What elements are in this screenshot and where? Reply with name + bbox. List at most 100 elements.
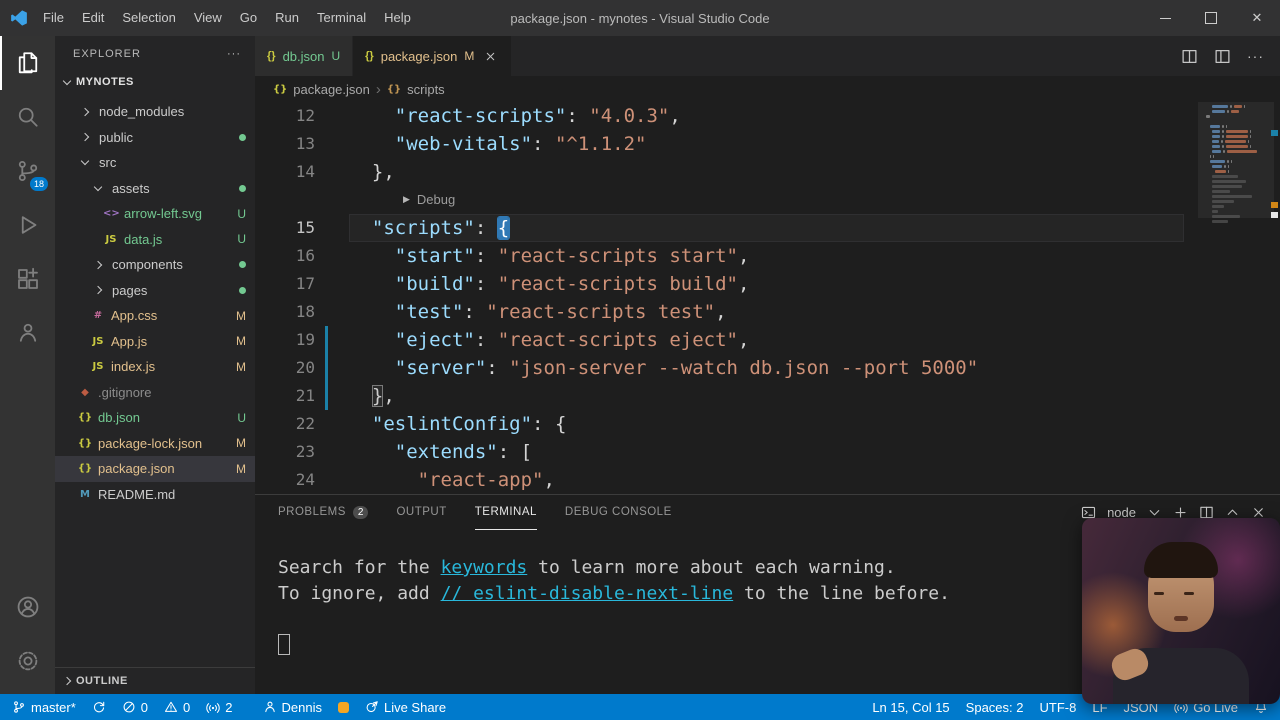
tab-db-json[interactable]: {} db.json U bbox=[255, 36, 354, 76]
activity-run-debug-button[interactable] bbox=[0, 198, 55, 252]
tab-package-json[interactable]: {} package.json M bbox=[353, 36, 513, 76]
code-line-21[interactable]: 21 }, bbox=[255, 382, 1280, 410]
outline-title: OUTLINE bbox=[76, 675, 128, 687]
code-line-16[interactable]: 16 "start": "react-scripts start", bbox=[255, 242, 1280, 270]
menu-view[interactable]: View bbox=[185, 0, 231, 36]
split-editor-icon[interactable] bbox=[1181, 48, 1198, 65]
tree-file-package-json[interactable]: {} package.json M bbox=[55, 456, 255, 482]
code-line-22[interactable]: 22 "eslintConfig": { bbox=[255, 410, 1280, 438]
terminal-cursor bbox=[278, 634, 290, 655]
code-line-19[interactable]: 19 "eject": "react-scripts eject", bbox=[255, 326, 1280, 354]
close-tab-icon[interactable] bbox=[481, 47, 499, 65]
customize-layout-icon[interactable] bbox=[1214, 48, 1231, 65]
code-line-12[interactable]: 12 "react-scripts": "4.0.3", bbox=[255, 102, 1280, 130]
line-number: 15 bbox=[295, 218, 315, 237]
activity-live-share-button[interactable] bbox=[0, 306, 55, 360]
menu-help[interactable]: Help bbox=[375, 0, 420, 36]
sync-icon bbox=[92, 700, 106, 714]
tree-file-app-js[interactable]: JS App.js M bbox=[55, 329, 255, 355]
chevron-right-icon bbox=[80, 133, 90, 142]
codelens-label[interactable]: Debug bbox=[417, 186, 455, 214]
menu-edit[interactable]: Edit bbox=[73, 0, 113, 36]
code-line-17[interactable]: 17 "build": "react-scripts build", bbox=[255, 270, 1280, 298]
live-share-user[interactable]: Dennis bbox=[255, 694, 330, 720]
tree-file-package-lock-json[interactable]: {} package-lock.json M bbox=[55, 431, 255, 457]
encoding-indicator[interactable]: UTF-8 bbox=[1032, 694, 1085, 720]
panel-tab-problems[interactable]: PROBLEMS 2 bbox=[278, 495, 369, 530]
problems-warnings[interactable]: 0 bbox=[156, 694, 198, 720]
terminal-link[interactable]: keywords bbox=[441, 557, 528, 578]
line-number: 13 bbox=[295, 134, 315, 153]
tree-folder-assets[interactable]: assets bbox=[55, 176, 255, 202]
activity-source-control-button[interactable]: 18 bbox=[0, 144, 55, 198]
explorer-sidebar: EXPLORER ··· MYNOTES node_modules public s… bbox=[55, 36, 255, 694]
vscode-window: File Edit Selection View Go Run Terminal Help p… bbox=[0, 0, 1280, 720]
tree-file-readme-md[interactable]: M README.md bbox=[55, 482, 255, 508]
cursor-position[interactable]: Ln 15, Col 15 bbox=[864, 694, 957, 720]
git-status-badge: M bbox=[236, 461, 246, 476]
tree-folder-node-modules[interactable]: node_modules bbox=[55, 99, 255, 125]
code-line-13[interactable]: 13 "web-vitals": "^1.1.2" bbox=[255, 130, 1280, 158]
more-actions-icon[interactable]: ··· bbox=[1247, 48, 1264, 64]
tree-file--gitignore[interactable]: ◆ .gitignore bbox=[55, 380, 255, 406]
extension-alert[interactable] bbox=[330, 694, 357, 720]
activity-explorer-button[interactable] bbox=[0, 36, 55, 90]
tree-folder-pages[interactable]: pages bbox=[55, 278, 255, 304]
menu-run[interactable]: Run bbox=[266, 0, 308, 36]
chevron-right-icon bbox=[80, 107, 90, 116]
tree-file-index-js[interactable]: JS index.js M bbox=[55, 354, 255, 380]
terminal-link[interactable]: // eslint-disable-next-line bbox=[441, 583, 734, 604]
breadcrumb-file[interactable]: package.json bbox=[293, 82, 370, 97]
code-editor[interactable]: 12 "react-scripts": "4.0.3", 13 "web-vita… bbox=[255, 102, 1280, 494]
menu-file[interactable]: File bbox=[34, 0, 73, 36]
explorer-title: EXPLORER bbox=[73, 47, 141, 60]
overview-ruler-mark bbox=[1271, 130, 1278, 136]
line-number: 24 bbox=[295, 470, 315, 489]
menu-terminal[interactable]: Terminal bbox=[308, 0, 375, 36]
code-line-24[interactable]: 24 "react-app", bbox=[255, 466, 1280, 494]
breadcrumb-symbol[interactable]: scripts bbox=[407, 82, 445, 97]
close-window-button[interactable]: ✕ bbox=[1234, 0, 1280, 36]
git-status-badge: M bbox=[236, 334, 246, 349]
activity-settings-button[interactable] bbox=[0, 634, 55, 688]
tree-item-label: assets bbox=[112, 180, 150, 196]
minimap[interactable] bbox=[1206, 105, 1264, 225]
md-file-icon: M bbox=[80, 488, 90, 500]
activity-extensions-button[interactable] bbox=[0, 252, 55, 306]
explorer-more-actions-icon[interactable]: ··· bbox=[227, 48, 241, 60]
live-share-button[interactable]: Live Share bbox=[357, 694, 454, 720]
git-status-dot bbox=[239, 184, 246, 192]
panel-tab-terminal[interactable]: TERMINAL bbox=[474, 495, 537, 530]
code-line-20[interactable]: 20 "server": "json-server --watch db.jso… bbox=[255, 354, 1280, 382]
problems-errors[interactable]: 0 bbox=[114, 694, 156, 720]
folder-section-header[interactable]: MYNOTES bbox=[55, 71, 255, 93]
broadcast-icon bbox=[206, 700, 220, 714]
breadcrumb-separator-icon: › bbox=[375, 80, 381, 98]
codelens-debug[interactable]: ▶ Debug bbox=[255, 186, 1280, 214]
tree-file-arrow-left-svg[interactable]: <> arrow-left.svg U bbox=[55, 201, 255, 227]
js-file-icon: JS bbox=[105, 233, 117, 245]
tree-file-db-json[interactable]: {} db.json U bbox=[55, 405, 255, 431]
sync-indicator[interactable] bbox=[84, 694, 114, 720]
tree-file-data-js[interactable]: JS data.js U bbox=[55, 227, 255, 253]
panel-tab-debug-console[interactable]: DEBUG CONSOLE bbox=[565, 495, 672, 530]
screencast-count[interactable]: 2 bbox=[198, 694, 240, 720]
activity-search-button[interactable] bbox=[0, 90, 55, 144]
minimize-button[interactable] bbox=[1142, 0, 1188, 36]
code-line-18[interactable]: 18 "test": "react-scripts test", bbox=[255, 298, 1280, 326]
code-line-15[interactable]: 15 "scripts": { bbox=[255, 214, 1280, 242]
menu-go[interactable]: Go bbox=[231, 0, 266, 36]
indentation-setting[interactable]: Spaces: 2 bbox=[958, 694, 1032, 720]
tree-file-app-css[interactable]: # App.css M bbox=[55, 303, 255, 329]
activity-account-button[interactable] bbox=[0, 580, 55, 634]
menu-selection[interactable]: Selection bbox=[113, 0, 184, 36]
code-line-23[interactable]: 23 "extends": [ bbox=[255, 438, 1280, 466]
panel-tab-output[interactable]: OUTPUT bbox=[396, 495, 446, 530]
tree-folder-components[interactable]: components bbox=[55, 252, 255, 278]
code-line-14[interactable]: 14 }, bbox=[255, 158, 1280, 186]
maximize-button[interactable] bbox=[1188, 0, 1234, 36]
outline-section[interactable]: OUTLINE bbox=[55, 667, 255, 694]
tree-folder-src[interactable]: src bbox=[55, 150, 255, 176]
tree-folder-public[interactable]: public bbox=[55, 125, 255, 151]
branch-indicator[interactable]: master* bbox=[4, 694, 84, 720]
